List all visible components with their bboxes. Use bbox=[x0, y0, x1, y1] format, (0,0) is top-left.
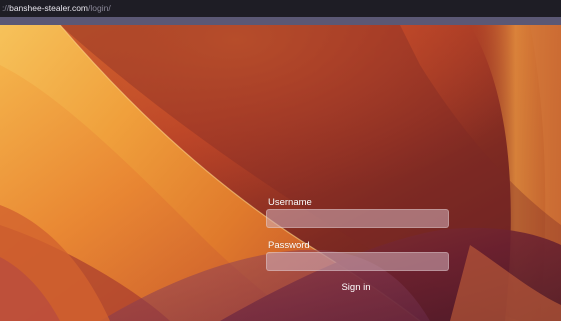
sign-in-button[interactable]: Sign in bbox=[335, 280, 376, 295]
url-host: banshee-stealer.com bbox=[9, 3, 89, 14]
browser-window: ://banshee-stealer.com/login/ Username P… bbox=[0, 0, 561, 321]
password-input[interactable] bbox=[266, 252, 449, 271]
login-form: Username Password Sign in bbox=[266, 197, 450, 295]
username-label: Username bbox=[268, 197, 312, 208]
address-bar[interactable]: ://banshee-stealer.com/login/ bbox=[0, 0, 561, 17]
password-label: Password bbox=[268, 240, 310, 251]
username-input[interactable] bbox=[266, 209, 449, 228]
browser-toolbar-strip bbox=[0, 17, 561, 25]
url-path: /login/ bbox=[88, 3, 111, 14]
url-text[interactable]: ://banshee-stealer.com/login/ bbox=[2, 4, 111, 13]
